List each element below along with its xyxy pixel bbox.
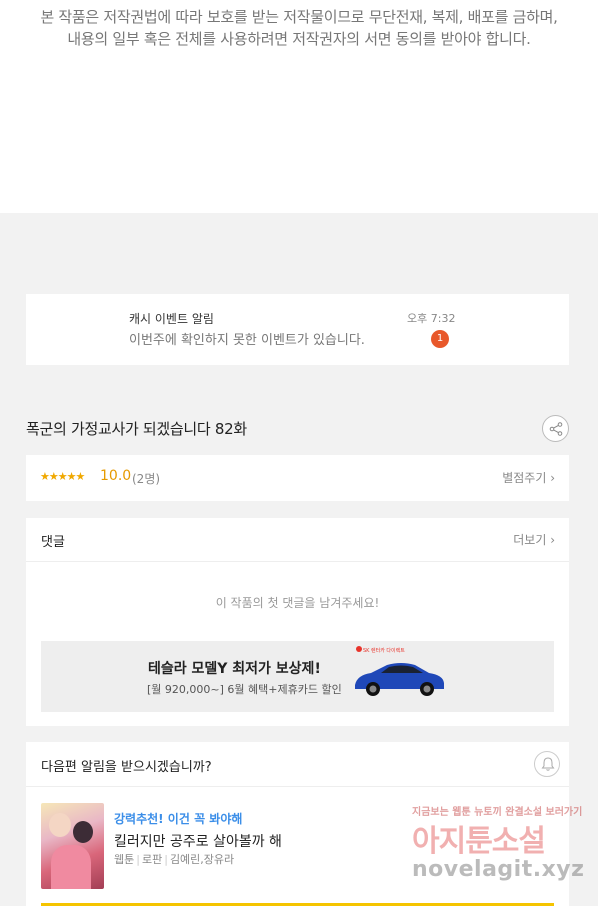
comments-more-button[interactable]: 더보기 ›	[513, 531, 555, 548]
recommend-title[interactable]: 킬러지만 공주로 살아볼까 해	[114, 831, 282, 851]
car-image: SK 렌터카 다이렉트	[355, 646, 444, 696]
recommend-label: 강력추천! 이건 꼭 봐야해	[114, 812, 243, 826]
comments-header: 댓글 더보기 ›	[26, 518, 569, 562]
alarm-message: 이번주에 확인하지 못한 이벤트가 있습니다.	[129, 333, 365, 348]
svg-text:SK 렌터카 다이렉트: SK 렌터카 다이렉트	[363, 647, 405, 654]
alarm-title: 캐시 이벤트 알림	[129, 312, 214, 326]
episode-title: 폭군의 가정교사가 되겠습니다 82화	[26, 420, 247, 438]
watermark: 지금보는 웹툰 뉴토끼 완결소설 보러가기 아지툰소설 novelagit.xy…	[412, 803, 592, 893]
bell-button[interactable]	[534, 751, 560, 777]
next-alarm-header: 다음편 알림을 받으시겠습니까?	[26, 742, 569, 787]
watermark-line-3: novelagit.xyz	[412, 857, 585, 882]
sk-rent-logo: SK 렌터카 다이렉트	[356, 646, 405, 654]
recommend-genre: 로판	[141, 853, 163, 866]
recommend-meta: 웹툰 | 로판 | 김예린,장유라	[114, 853, 235, 866]
rating-count: (2명)	[132, 472, 161, 486]
bell-icon	[541, 757, 555, 771]
comments-title: 댓글	[41, 535, 65, 550]
star-rating-icon: ★★★★★	[40, 470, 85, 483]
share-icon	[549, 422, 563, 436]
copyright-line-1: 본 작품은 저작권법에 따라 보호를 받는 저작물이므로 무단전재, 복제, 배…	[40, 8, 558, 26]
alarm-time: 오후 7:32	[407, 312, 456, 325]
ad-title: 테슬라 모델Y 최저가 보상제!	[148, 661, 321, 677]
comments-section: 댓글 더보기 › 이 작품의 첫 댓글을 남겨주세요! 테슬라 모델Y 최저가 …	[26, 518, 569, 726]
watermark-line-2: 아지툰소설	[412, 824, 546, 859]
recommend-authors: 김예린,장유라	[169, 853, 235, 866]
ad-subtitle: [월 920,000~] 6월 혜택+제휴카드 할인	[147, 683, 342, 696]
comments-empty-message: 이 작품의 첫 댓글을 남겨주세요!	[215, 596, 380, 610]
rating-bar: ★★★★★ 10.0 (2명) 별점주기 ›	[26, 455, 569, 501]
next-alarm-title: 다음편 알림을 받으시겠습니까?	[41, 760, 212, 775]
copyright-line-2: 내용의 일부 혹은 전체를 사용하려면 저작권자의 서면 동의를 받아야 합니다…	[67, 30, 531, 48]
alarm-badge: 1	[431, 330, 449, 348]
share-button[interactable]	[542, 415, 569, 442]
recommend-thumbnail[interactable]	[41, 803, 104, 889]
ad-banner[interactable]: 테슬라 모델Y 최저가 보상제! [월 920,000~] 6월 혜택+제휴카드…	[41, 641, 554, 712]
recommend-category: 웹툰	[114, 853, 135, 866]
rate-button[interactable]: 별점주기 ›	[502, 469, 555, 486]
rating-score: 10.0	[100, 468, 132, 484]
cash-event-alarm[interactable]: 캐시 이벤트 알림 이번주에 확인하지 못한 이벤트가 있습니다. 오후 7:3…	[26, 294, 569, 365]
copyright-section: 본 작품은 저작권법에 따라 보호를 받는 저작물이므로 무단전재, 복제, 배…	[0, 0, 598, 213]
